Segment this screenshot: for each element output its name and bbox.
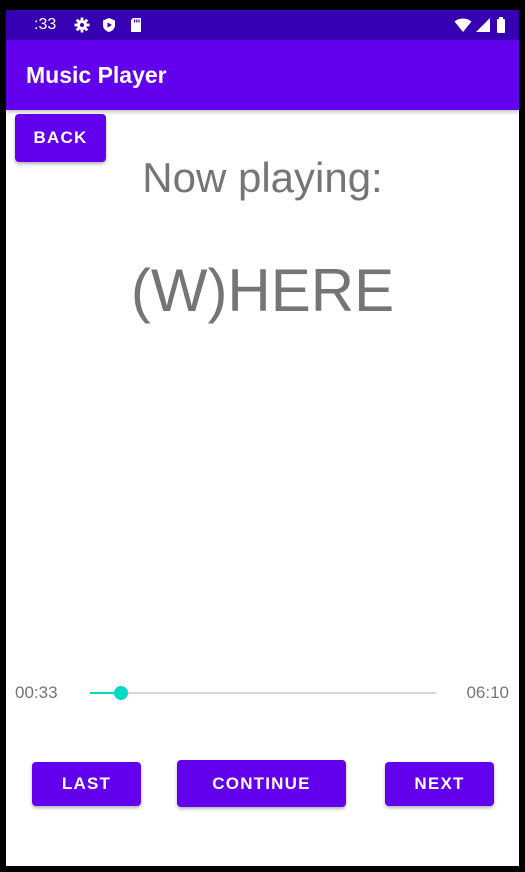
- song-title: (W)HERE: [130, 257, 395, 324]
- seek-bar[interactable]: [90, 682, 436, 704]
- device-screen: :33 Music Player BACK Now playing: (W)HE…: [6, 10, 519, 866]
- seek-track: [90, 692, 436, 694]
- app-title: Music Player: [26, 62, 167, 88]
- wifi-icon: [454, 17, 472, 33]
- app-bar: Music Player: [6, 40, 519, 110]
- status-time: :33: [34, 16, 57, 33]
- total-time: 06:10: [466, 683, 509, 702]
- signal-icon: [475, 17, 491, 33]
- next-button[interactable]: NEXT: [385, 762, 494, 806]
- shield-icon: [101, 17, 117, 33]
- battery-icon: [496, 17, 506, 33]
- current-time: 00:33: [15, 683, 58, 702]
- continue-button[interactable]: CONTINUE: [177, 760, 346, 807]
- seek-thumb[interactable]: [114, 686, 128, 700]
- now-playing-label: Now playing:: [142, 154, 383, 201]
- last-button[interactable]: LAST: [32, 762, 141, 806]
- gear-icon: [74, 17, 90, 33]
- status-bar: :33: [6, 10, 519, 40]
- sd-card-icon: [128, 17, 144, 33]
